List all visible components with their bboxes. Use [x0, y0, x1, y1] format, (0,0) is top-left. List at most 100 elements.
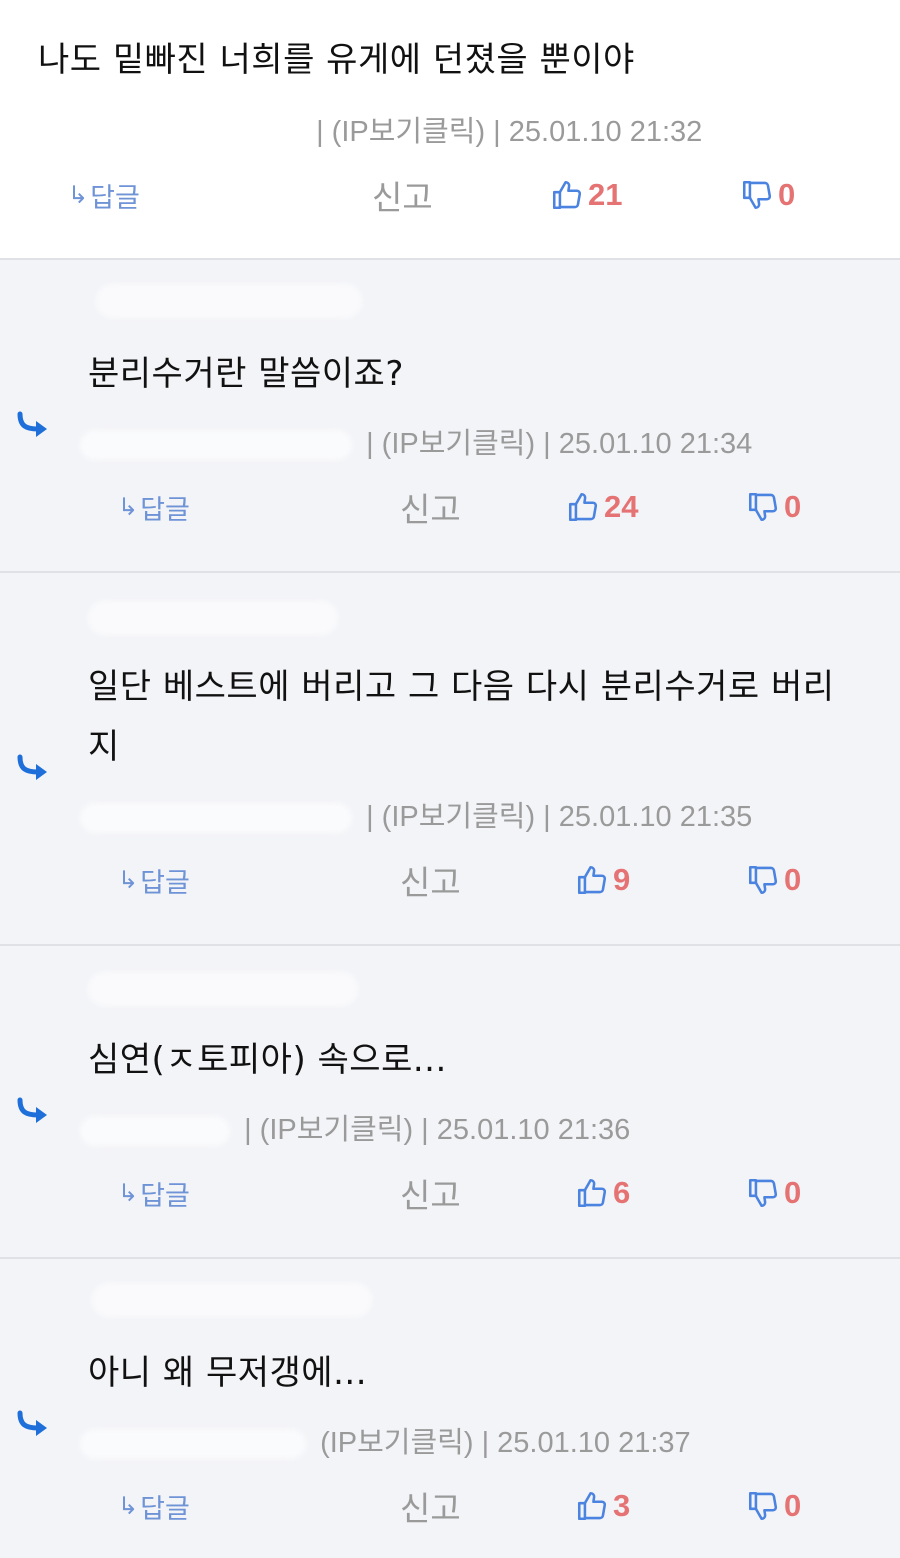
author-name-redacted	[40, 118, 302, 149]
ip-view-link[interactable]: (IP보기클릭)	[260, 1114, 413, 1146]
meta-separator: |	[481, 1427, 490, 1459]
thumbs-up-icon	[575, 1176, 609, 1210]
comment-text: 일단 베스트에 버리고 그 다음 다시 분리수거로 버리지	[88, 667, 835, 767]
reply-button-label: 답글	[90, 182, 140, 214]
reply-button-label: 답글	[140, 1180, 190, 1212]
thumbs-up-icon	[575, 1489, 609, 1523]
dislike-button[interactable]: 0	[746, 1168, 801, 1218]
report-button[interactable]: 신고	[400, 1168, 461, 1218]
reply-arrow-icon	[16, 1409, 52, 1437]
meta-separator: |	[316, 116, 324, 148]
reply-arrow-icon	[16, 410, 52, 438]
author-id-redacted	[80, 1116, 230, 1147]
ip-view-link[interactable]: (IP보기클릭)	[320, 1427, 473, 1459]
like-button[interactable]: 3	[575, 1481, 630, 1531]
ip-view-link[interactable]: (IP보기클릭)	[382, 801, 535, 833]
author-name-redacted	[96, 284, 362, 318]
reply-button-label: 답글	[140, 867, 190, 899]
comment-item: 일단 베스트에 버리고 그 다음 다시 분리수거로 버리지 | (IP보기클릭)…	[0, 573, 900, 946]
comment-timestamp: 25.01.10 21:36	[436, 1114, 631, 1146]
like-count: 21	[588, 177, 623, 212]
reply-button[interactable]: ↳ 답글	[68, 170, 140, 220]
meta-separator: |	[543, 801, 551, 833]
author-name-redacted	[88, 972, 358, 1006]
reply-small-arrow-icon: ↳	[118, 493, 139, 521]
ip-view-link[interactable]: (IP보기클릭)	[382, 428, 535, 460]
like-count: 9	[613, 862, 631, 897]
author-name-redacted	[92, 1283, 372, 1317]
dislike-count: 0	[784, 489, 802, 524]
comment-item: 심연(ㅈ토피아) 속으로... | (IP보기클릭) | 25.01.10 21…	[0, 946, 900, 1259]
author-id-redacted	[80, 430, 352, 461]
thumbs-down-icon	[746, 863, 780, 897]
comment-item: 분리수거란 말씀이죠? | (IP보기클릭) | 25.01.10 21:34 …	[0, 260, 900, 573]
like-button[interactable]: 24	[566, 482, 638, 532]
reply-button-label: 답글	[140, 494, 190, 526]
comment-meta: | (IP보기클릭) | 25.01.10 21:35	[80, 793, 752, 835]
report-button[interactable]: 신고	[372, 170, 433, 220]
reply-button[interactable]: ↳ 답글	[118, 482, 190, 532]
meta-separator: |	[421, 1114, 429, 1146]
thumbs-down-icon	[746, 490, 780, 524]
comment-text: 아니 왜 무저갱에...	[88, 1353, 367, 1393]
dislike-button[interactable]: 0	[746, 855, 801, 905]
comment-actions: ↳ 답글 신고 21 0	[0, 170, 900, 220]
report-button[interactable]: 신고	[400, 855, 461, 905]
comment-meta: (IP보기클릭) | 25.01.10 21:37	[80, 1419, 691, 1461]
reply-button[interactable]: ↳ 답글	[118, 855, 190, 905]
dislike-count: 0	[784, 1175, 802, 1210]
like-button[interactable]: 21	[550, 170, 622, 220]
meta-separator: |	[543, 428, 551, 460]
comment-text: 심연(ㅈ토피아) 속으로...	[88, 1040, 447, 1080]
thumbs-down-icon	[746, 1176, 780, 1210]
reply-button[interactable]: ↳ 답글	[118, 1168, 190, 1218]
reply-small-arrow-icon: ↳	[118, 1492, 139, 1520]
comment-item: 아니 왜 무저갱에... (IP보기클릭) | 25.01.10 21:37 ↳…	[0, 1259, 900, 1558]
report-button[interactable]: 신고	[400, 482, 461, 532]
thumbs-up-icon	[566, 490, 600, 524]
comment-meta: | (IP보기클릭) | 25.01.10 21:32	[40, 108, 702, 150]
thumbs-down-icon	[740, 178, 774, 212]
reply-button[interactable]: ↳ 답글	[118, 1481, 190, 1531]
thumbs-up-icon	[550, 178, 584, 212]
reply-arrow-icon	[16, 753, 52, 781]
thumbs-down-icon	[746, 1489, 780, 1523]
like-count: 3	[613, 1488, 631, 1523]
reply-small-arrow-icon: ↳	[68, 181, 89, 209]
thumbs-up-icon	[575, 863, 609, 897]
reply-small-arrow-icon: ↳	[118, 866, 139, 894]
comment-actions: ↳ 답글 신고 6 0	[0, 1168, 900, 1218]
dislike-count: 0	[778, 177, 796, 212]
like-count: 6	[613, 1175, 631, 1210]
reply-small-arrow-icon: ↳	[118, 1179, 139, 1207]
dislike-count: 0	[784, 1488, 802, 1523]
dislike-count: 0	[784, 862, 802, 897]
report-button[interactable]: 신고	[400, 1481, 461, 1531]
comment-timestamp: 25.01.10 21:37	[497, 1427, 691, 1459]
like-button[interactable]: 9	[575, 855, 630, 905]
dislike-button[interactable]: 0	[746, 1481, 801, 1531]
comment-text: 분리수거란 말씀이죠?	[88, 354, 404, 394]
comment-meta: | (IP보기클릭) | 25.01.10 21:36	[80, 1106, 630, 1148]
comment-timestamp: 25.01.10 21:35	[558, 801, 753, 833]
author-id-redacted	[80, 803, 352, 834]
ip-view-link[interactable]: (IP보기클릭)	[332, 116, 485, 148]
comment-actions: ↳ 답글 신고 3 0	[0, 1481, 900, 1531]
reply-arrow-icon	[16, 1096, 52, 1124]
meta-separator: |	[366, 801, 374, 833]
meta-separator: |	[366, 428, 374, 460]
comment-timestamp: 25.01.10 21:32	[508, 116, 703, 148]
like-count: 24	[604, 489, 639, 524]
comment-actions: ↳ 답글 신고 24 0	[0, 482, 900, 532]
meta-separator: |	[493, 116, 501, 148]
comment-timestamp: 25.01.10 21:34	[558, 428, 753, 460]
like-button[interactable]: 6	[575, 1168, 630, 1218]
comment-meta: | (IP보기클릭) | 25.01.10 21:34	[80, 420, 752, 462]
comment-actions: ↳ 답글 신고 9 0	[0, 855, 900, 905]
meta-separator: |	[244, 1114, 252, 1146]
author-id-redacted	[80, 1429, 306, 1460]
author-name-redacted	[88, 601, 338, 635]
comment-text: 나도 밑빠진 너희를 유게에 던졌을 뿐이야	[38, 40, 635, 80]
dislike-button[interactable]: 0	[740, 170, 795, 220]
dislike-button[interactable]: 0	[746, 482, 801, 532]
